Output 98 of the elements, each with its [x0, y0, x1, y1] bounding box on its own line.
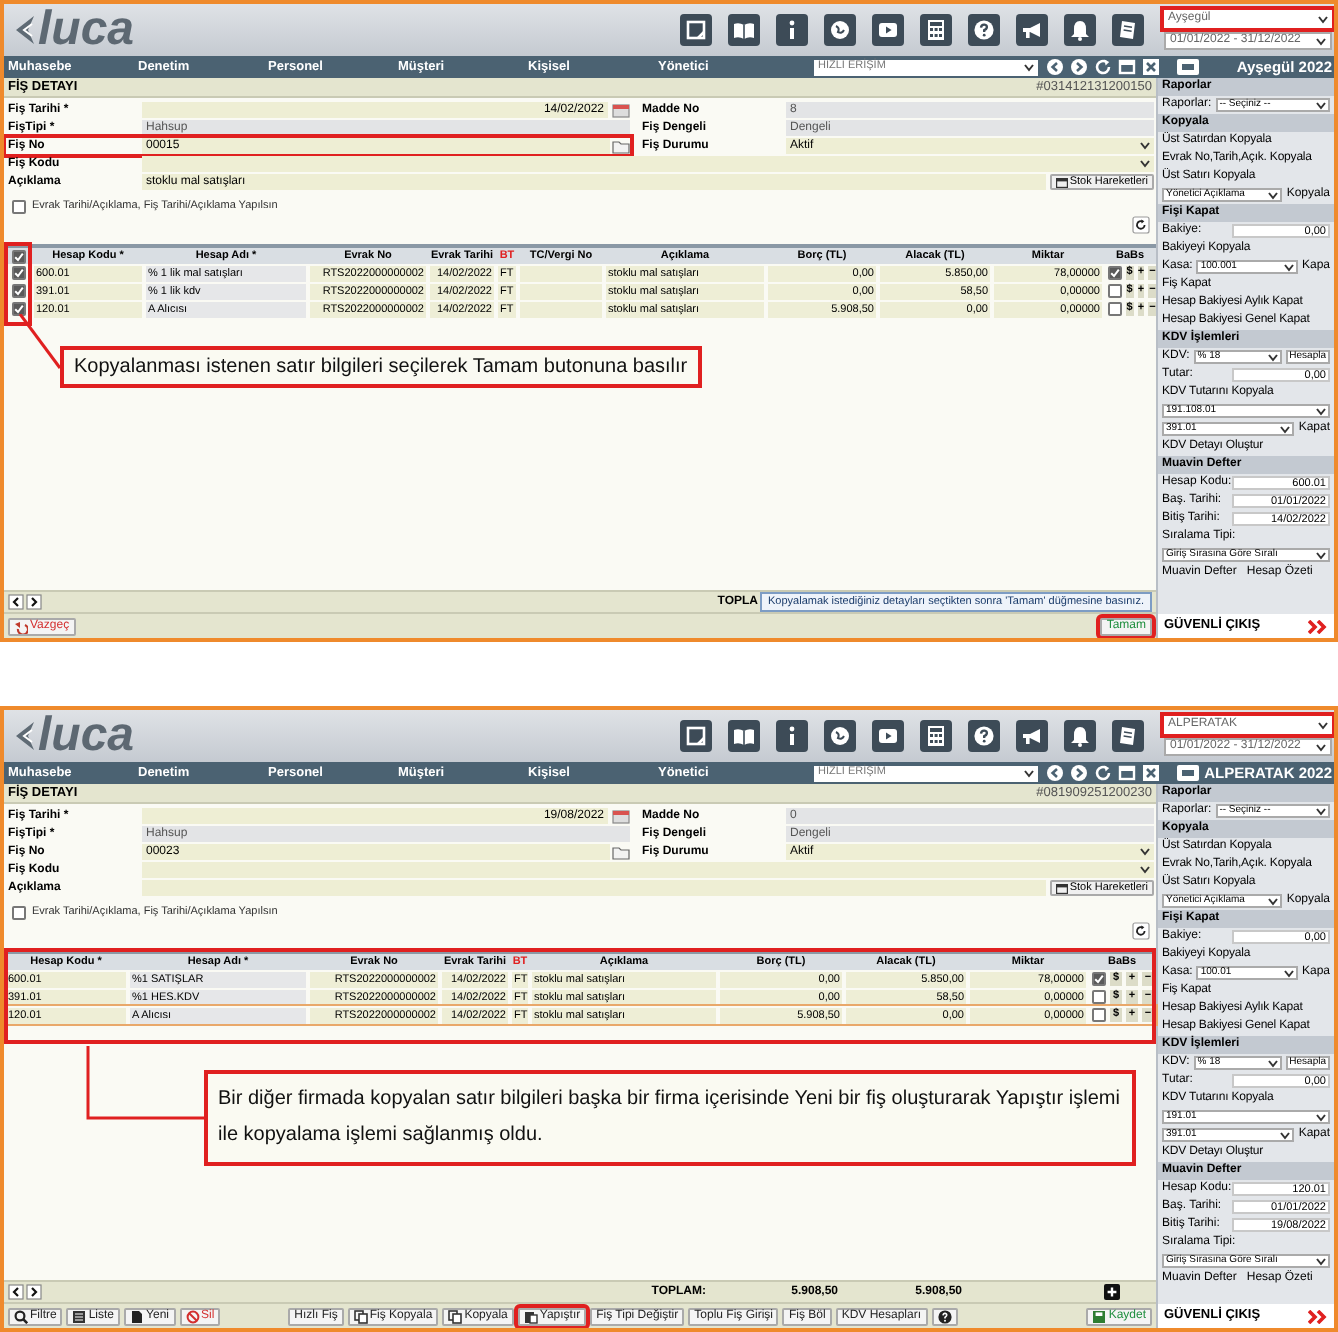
caret-icon	[1316, 407, 1326, 415]
forward-icon[interactable]	[1070, 58, 1088, 76]
video-icon[interactable]	[872, 720, 904, 752]
caret-icon	[1267, 353, 1278, 361]
scroll-right-icon[interactable]	[26, 594, 42, 610]
save-icon	[1092, 1309, 1107, 1323]
caret-icon	[1268, 897, 1279, 905]
double-chevron-icon[interactable]	[1308, 619, 1328, 633]
list-icon	[72, 1309, 87, 1323]
checkbox[interactable]	[1092, 1008, 1106, 1022]
caret-icon	[1283, 263, 1294, 271]
bell-icon[interactable]	[1064, 14, 1096, 46]
caret-icon	[1318, 15, 1328, 23]
window-icon[interactable]	[1118, 58, 1136, 76]
megaphone-icon[interactable]	[1016, 14, 1048, 46]
caret-icon	[1316, 37, 1326, 45]
paste-icon	[523, 1309, 538, 1323]
checkbox[interactable]	[12, 905, 26, 919]
bell-icon[interactable]	[1064, 720, 1096, 752]
checkbox[interactable]	[12, 199, 26, 213]
calendar-icon	[1055, 883, 1068, 893]
logo: luca	[38, 712, 135, 760]
close-icon[interactable]	[1142, 58, 1160, 76]
caret-icon	[1268, 191, 1279, 199]
table-cell[interactable]	[520, 301, 602, 317]
table-cell[interactable]	[520, 265, 602, 281]
globe-icon[interactable]	[824, 14, 856, 46]
logo: luca	[38, 6, 135, 54]
checkbox[interactable]	[11, 249, 25, 263]
window-icon[interactable]	[1118, 764, 1136, 782]
ban-icon	[185, 1309, 199, 1323]
document-icon	[130, 1309, 145, 1323]
help-icon	[937, 1309, 952, 1323]
note-icon[interactable]	[680, 720, 712, 752]
calculator-icon[interactable]	[920, 720, 952, 752]
add-icon[interactable]	[1104, 1284, 1120, 1300]
calculator-icon[interactable]	[920, 14, 952, 46]
caret-icon	[1316, 807, 1326, 815]
back-icon[interactable]	[1046, 58, 1064, 76]
table-cell[interactable]	[520, 283, 602, 299]
copy-icon	[353, 1309, 368, 1323]
video-icon[interactable]	[872, 14, 904, 46]
info-icon[interactable]	[776, 14, 808, 46]
calendar-icon[interactable]	[612, 103, 630, 117]
checkbox[interactable]	[11, 266, 25, 280]
scroll-right-icon[interactable]	[26, 1284, 42, 1300]
caret-icon	[1316, 1113, 1326, 1121]
copy-icon	[448, 1309, 463, 1323]
caret-icon	[1316, 1257, 1326, 1265]
window-icon[interactable]	[1176, 58, 1200, 76]
caret-icon	[1316, 101, 1326, 109]
refresh-icon[interactable]	[1132, 922, 1150, 940]
calendar-icon[interactable]	[612, 809, 630, 823]
toolbar-button[interactable]	[931, 1307, 958, 1325]
logo-icon	[12, 14, 36, 46]
callout: Bir diğer firmada kopyalan satır bilgileri başka bir firma içerisinde Yeni bir fiş oluşturarak Yapıştır işlemi ile kopyalama işlemi sağlanmış oldu.	[204, 1070, 1136, 1166]
caret-icon	[1316, 551, 1326, 559]
caret-icon	[1316, 743, 1326, 751]
close-icon[interactable]	[1142, 764, 1160, 782]
leader-line	[18, 314, 62, 370]
caret-icon	[1280, 1131, 1291, 1139]
forward-icon[interactable]	[1070, 764, 1088, 782]
double-chevron-icon[interactable]	[1308, 1309, 1328, 1323]
checkbox[interactable]	[1108, 284, 1122, 298]
checkbox[interactable]	[1108, 302, 1122, 316]
caret-icon	[1283, 969, 1294, 977]
refresh-icon[interactable]	[1132, 216, 1150, 234]
window-icon[interactable]	[1176, 764, 1200, 782]
book-icon[interactable]	[728, 14, 760, 46]
caret-icon	[1318, 721, 1328, 729]
globe-icon[interactable]	[824, 720, 856, 752]
caret-icon	[1280, 425, 1291, 433]
checkbox[interactable]	[1092, 972, 1106, 986]
callout: Kopyalanması istenen satır bilgileri seçilerek Tamam butonuna basılır	[60, 346, 702, 388]
help-icon[interactable]	[968, 14, 1000, 46]
document-icon[interactable]	[1112, 14, 1144, 46]
undo-icon	[14, 619, 28, 633]
book-icon[interactable]	[728, 720, 760, 752]
input-field[interactable]	[142, 880, 1046, 896]
checkbox[interactable]	[1108, 266, 1122, 280]
logo-icon	[12, 720, 36, 752]
info-icon[interactable]	[776, 720, 808, 752]
back-icon[interactable]	[1046, 764, 1064, 782]
calendar-icon	[1055, 177, 1068, 187]
search-icon	[14, 1309, 28, 1323]
scroll-left-icon[interactable]	[8, 1284, 24, 1300]
checkbox[interactable]	[11, 284, 25, 298]
note-icon[interactable]	[680, 14, 712, 46]
checkbox[interactable]	[1092, 990, 1106, 1004]
caret-icon	[1024, 769, 1034, 777]
leader-line	[86, 1046, 206, 1120]
help-icon[interactable]	[968, 720, 1000, 752]
caret-icon	[1024, 63, 1034, 71]
scroll-left-icon[interactable]	[8, 594, 24, 610]
checkbox[interactable]	[11, 302, 25, 316]
megaphone-icon[interactable]	[1016, 720, 1048, 752]
caret-icon	[1267, 1059, 1278, 1067]
document-icon[interactable]	[1112, 720, 1144, 752]
